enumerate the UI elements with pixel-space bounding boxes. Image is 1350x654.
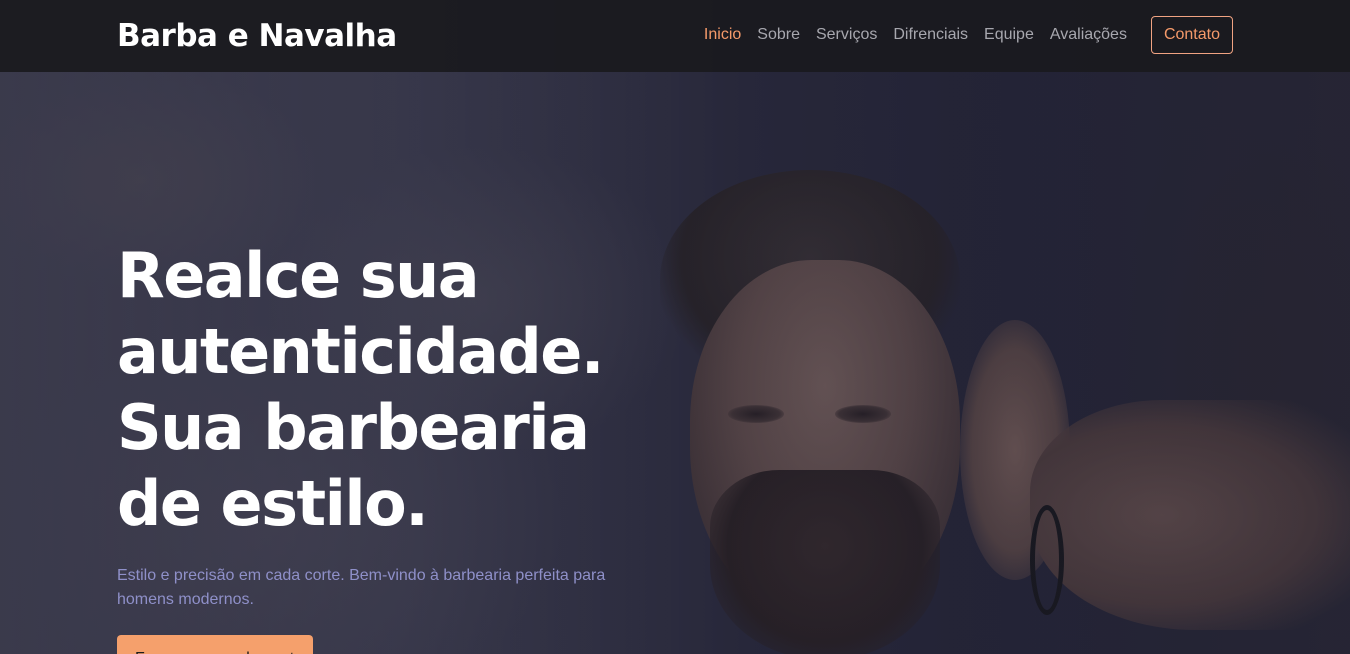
nav-link-diferenciais[interactable]: Difrenciais — [893, 26, 968, 44]
nav-link-sobre[interactable]: Sobre — [757, 26, 800, 44]
nav-link-inicio[interactable]: Inicio — [704, 26, 741, 44]
hero-title: Realce sua autenticidade. Sua barbearia … — [117, 238, 717, 542]
schedule-button[interactable]: Faça seu agendamento — [117, 635, 313, 654]
hero-title-line: Realce sua — [117, 239, 480, 312]
hero-title-line: autenticidade. — [117, 315, 604, 388]
main-nav: Inicio Sobre Serviços Difrenciais Equipe… — [688, 16, 1233, 54]
nav-link-equipe[interactable]: Equipe — [984, 26, 1034, 44]
site-header: Barba e Navalha Inicio Sobre Serviços Di… — [0, 0, 1350, 72]
nav-link-servicos[interactable]: Serviços — [816, 26, 877, 44]
hero-title-line: de estilo. — [117, 467, 429, 540]
nav-link-avaliacoes[interactable]: Avaliações — [1050, 26, 1127, 44]
hero-title-line: Sua barbearia — [117, 391, 590, 464]
brand-logo[interactable]: Barba e Navalha — [117, 18, 397, 54]
contact-button[interactable]: Contato — [1150, 16, 1233, 54]
hero-subtitle: Estilo e precisão em cada corte. Bem-vin… — [117, 567, 606, 608]
